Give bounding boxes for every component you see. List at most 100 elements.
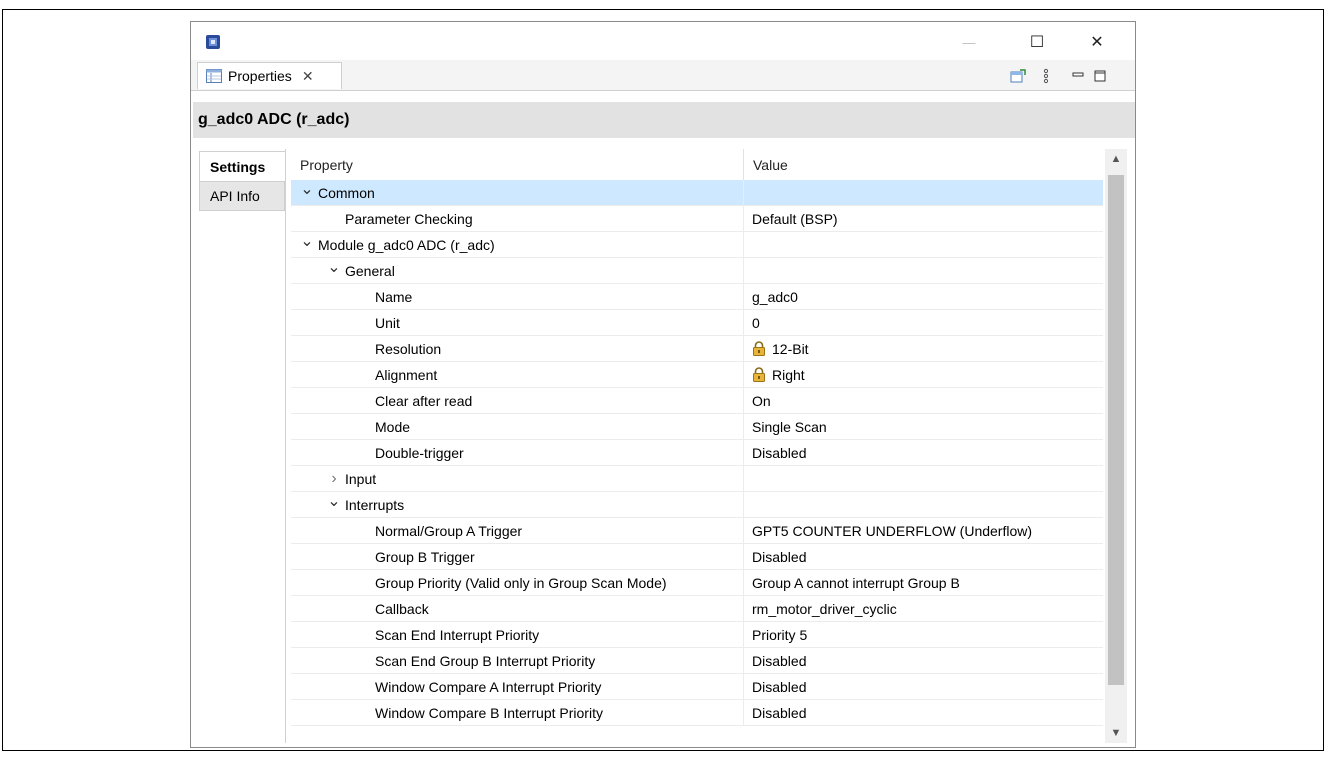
- table-row[interactable]: Scan End Interrupt Priority Priority 5: [291, 622, 1103, 648]
- property-cell: Name: [375, 284, 412, 309]
- value-cell: [743, 232, 1103, 257]
- tab-properties[interactable]: Properties ✕: [197, 62, 342, 89]
- table-row[interactable]: Double-trigger Disabled: [291, 440, 1103, 466]
- table-row[interactable]: › Input: [291, 466, 1103, 492]
- chevron-down-icon[interactable]: ⌄: [327, 257, 341, 277]
- column-header-property[interactable]: Property: [291, 149, 743, 180]
- side-tab-strip: Settings API Info: [193, 149, 286, 743]
- property-cell: ⌄ Common: [300, 180, 375, 205]
- value-cell[interactable]: Group A cannot interrupt Group B: [743, 570, 1103, 595]
- value-cell[interactable]: g_adc0: [743, 284, 1103, 309]
- section-header: g_adc0 ADC (r_adc): [193, 102, 1135, 138]
- table-row[interactable]: Scan End Group B Interrupt Priority Disab…: [291, 648, 1103, 674]
- tab-close-icon[interactable]: ✕: [302, 68, 314, 85]
- property-label: Group Priority (Valid only in Group Scan…: [375, 574, 667, 591]
- property-grid: Property Value ⌄ Common Parameter Checking…: [291, 149, 1103, 743]
- maximize-view-icon[interactable]: [1091, 68, 1109, 84]
- property-cell: ⌄ Interrupts: [327, 492, 404, 517]
- property-cell: Alignment: [375, 362, 437, 387]
- property-value: 0: [752, 314, 760, 331]
- property-label: Scan End Interrupt Priority: [375, 626, 540, 643]
- table-row[interactable]: ⌄ General: [291, 258, 1103, 284]
- chevron-down-icon[interactable]: ⌄: [300, 231, 314, 251]
- property-label: Input: [345, 470, 377, 487]
- minimize-button[interactable]: —: [949, 30, 989, 54]
- value-cell[interactable]: Default (BSP): [743, 206, 1103, 231]
- table-row[interactable]: ⌄ Common: [291, 180, 1103, 206]
- scroll-thumb[interactable]: [1108, 175, 1124, 685]
- table-row[interactable]: Clear after read On: [291, 388, 1103, 414]
- value-cell[interactable]: Single Scan: [743, 414, 1103, 439]
- table-row[interactable]: Mode Single Scan: [291, 414, 1103, 440]
- value-cell[interactable]: 0: [743, 310, 1103, 335]
- value-cell[interactable]: GPT5 COUNTER UNDERFLOW (Underflow): [743, 518, 1103, 543]
- tab-settings[interactable]: Settings: [199, 151, 285, 181]
- app-chip-icon: [206, 35, 220, 49]
- value-cell: [743, 466, 1103, 491]
- table-row[interactable]: Parameter Checking Default (BSP): [291, 206, 1103, 232]
- property-value: g_adc0: [752, 288, 798, 305]
- vertical-scrollbar[interactable]: ▲ ▼: [1105, 149, 1127, 743]
- table-row[interactable]: Name g_adc0: [291, 284, 1103, 310]
- scroll-down-icon[interactable]: ▼: [1105, 723, 1127, 743]
- value-cell[interactable]: On: [743, 388, 1103, 413]
- property-value: rm_motor_driver_cyclic: [752, 600, 897, 617]
- table-row[interactable]: ⌄ Module g_adc0 ADC (r_adc): [291, 232, 1103, 258]
- table-row[interactable]: ⌄ Interrupts: [291, 492, 1103, 518]
- value-cell[interactable]: Disabled: [743, 648, 1103, 673]
- tab-api-info[interactable]: API Info: [199, 181, 285, 211]
- value-cell[interactable]: Disabled: [743, 544, 1103, 569]
- table-row[interactable]: Unit 0: [291, 310, 1103, 336]
- property-value: Default (BSP): [752, 210, 838, 227]
- property-label: Alignment: [375, 366, 438, 383]
- property-cell: Group B Trigger: [375, 544, 475, 569]
- tab-settings-label: Settings: [210, 158, 266, 175]
- property-cell: Clear after read: [375, 388, 472, 413]
- table-row[interactable]: Group Priority (Valid only in Group Scan…: [291, 570, 1103, 596]
- value-cell[interactable]: rm_motor_driver_cyclic: [743, 596, 1103, 621]
- property-value: Right: [772, 366, 805, 383]
- value-cell[interactable]: Disabled: [743, 700, 1103, 725]
- table-row[interactable]: Normal/Group A Trigger GPT5 COUNTER UNDER…: [291, 518, 1103, 544]
- property-cell: Unit: [375, 310, 400, 335]
- column-header-value[interactable]: Value: [743, 149, 1103, 180]
- value-cell[interactable]: Disabled: [743, 674, 1103, 699]
- property-label: Unit: [375, 314, 400, 331]
- value-cell[interactable]: Priority 5: [743, 622, 1103, 647]
- value-cell: [743, 258, 1103, 283]
- property-cell: Callback: [375, 596, 429, 621]
- view-menu-icon[interactable]: [1037, 68, 1055, 84]
- table-row[interactable]: Group B Trigger Disabled: [291, 544, 1103, 570]
- table-row[interactable]: Resolution 12-Bit: [291, 336, 1103, 362]
- property-cell: › Input: [327, 466, 376, 491]
- property-label: Callback: [375, 600, 429, 617]
- maximize-button[interactable]: ☐: [1017, 30, 1057, 54]
- table-row[interactable]: Window Compare A Interrupt Priority Disab…: [291, 674, 1103, 700]
- property-value: Group A cannot interrupt Group B: [752, 574, 960, 591]
- table-row[interactable]: Callback rm_motor_driver_cyclic: [291, 596, 1103, 622]
- minimize-view-icon[interactable]: [1069, 68, 1087, 84]
- pin-view-icon[interactable]: [1009, 68, 1027, 84]
- scroll-up-icon[interactable]: ▲: [1105, 149, 1127, 169]
- chevron-right-icon[interactable]: ›: [327, 470, 341, 488]
- lock-icon: [753, 367, 765, 382]
- table-row[interactable]: Alignment Right: [291, 362, 1103, 388]
- property-label: Mode: [375, 418, 411, 435]
- property-cell: Parameter Checking: [345, 206, 473, 231]
- property-cell: Scan End Group B Interrupt Priority: [375, 648, 595, 673]
- table-row[interactable]: Window Compare B Interrupt Priority Disab…: [291, 700, 1103, 726]
- value-cell: [743, 180, 1103, 205]
- close-button[interactable]: ✕: [1077, 30, 1117, 54]
- property-cell: Window Compare B Interrupt Priority: [375, 700, 603, 725]
- value-cell[interactable]: Right: [743, 362, 1103, 387]
- chevron-down-icon[interactable]: ⌄: [327, 491, 341, 511]
- property-value: On: [752, 392, 771, 409]
- property-cell: Mode: [375, 414, 410, 439]
- property-cell: Group Priority (Valid only in Group Scan…: [375, 570, 667, 595]
- property-label: Module g_adc0 ADC (r_adc): [318, 236, 495, 253]
- value-cell[interactable]: 12-Bit: [743, 336, 1103, 361]
- property-label: Normal/Group A Trigger: [375, 522, 523, 539]
- chevron-down-icon[interactable]: ⌄: [300, 179, 314, 199]
- value-cell[interactable]: Disabled: [743, 440, 1103, 465]
- properties-window: — ☐ ✕ Properties ✕ g_adc0 ADC (r_adc) Se…: [190, 21, 1136, 748]
